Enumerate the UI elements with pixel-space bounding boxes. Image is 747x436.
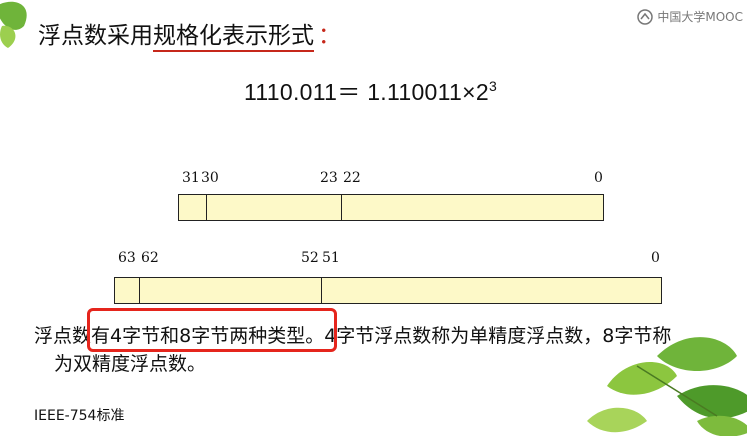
title-part1: 浮点数采用: [38, 23, 153, 49]
register-64bit: [114, 277, 662, 304]
reg64-bit-label: 0: [651, 250, 660, 266]
sign-exponent-divider: [139, 278, 140, 303]
exponent-mantissa-divider: [341, 195, 342, 220]
slide-title: 浮点数采用规格化表示形式：: [38, 16, 341, 52]
watermark-text: 中国大学MOOC: [657, 10, 743, 24]
reg32-bit-label: 23: [320, 170, 338, 186]
sign-exponent-divider: [206, 195, 207, 220]
title-colon: ：: [318, 23, 341, 49]
red-highlight-box: [87, 308, 337, 352]
reg32-bit-label: 30: [201, 170, 219, 186]
footer-standard: IEEE-754标准: [34, 408, 125, 424]
reg64-bit-label: 51: [322, 250, 340, 266]
exponent-mantissa-divider: [321, 278, 322, 303]
formula-exponent: 3: [488, 78, 498, 94]
reg64-bit-label: 63: [118, 250, 136, 266]
register-32bit: [178, 194, 604, 221]
reg32-bit-label: 22: [343, 170, 361, 186]
reg32-bit-label: 0: [594, 170, 603, 186]
normalization-formula: 1110.011＝ 1.110011×23: [244, 73, 497, 107]
title-highlight: 规格化表示形式: [153, 23, 314, 52]
reg32-bit-label: 31: [182, 170, 200, 186]
mooc-watermark: 中国大学MOOC: [637, 8, 743, 25]
reg64-bit-label: 52: [301, 250, 319, 266]
leaf-decoration-bottom-right: [587, 337, 747, 436]
formula-lhs: 1110.011＝ 1.110011×2: [244, 79, 489, 105]
reg64-bit-label: 62: [141, 250, 159, 266]
mooc-logo-icon: [637, 8, 654, 25]
